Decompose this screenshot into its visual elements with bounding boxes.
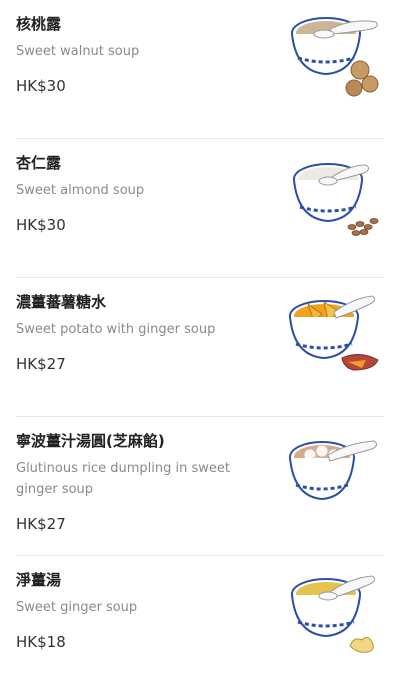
item-price: HK$27 (16, 355, 66, 373)
item-name: 杏仁露 (16, 154, 62, 172)
item-description: Sweet potato with ginger soup (16, 322, 216, 337)
item-name: 濃薑蕃薯糖水 (16, 293, 107, 311)
item-price: HK$30 (16, 77, 66, 95)
walnut-icon (345, 60, 379, 97)
walnut-soup-image (291, 17, 379, 97)
menu-item[interactable]: 淨薑湯 Sweet ginger soup HK$18 (16, 556, 384, 696)
item-name: 淨薑湯 (16, 571, 62, 589)
item-description: Sweet ginger soup (16, 600, 138, 615)
almond-icon (347, 218, 379, 236)
ginger-icon (349, 636, 374, 653)
item-name: 核桃露 (16, 15, 62, 33)
item-description: Glutinous rice dumpling in sweet ginger … (16, 461, 230, 497)
menu-item[interactable]: 核桃露 Sweet walnut soup HK$30 (16, 0, 384, 139)
item-price: HK$30 (16, 216, 66, 234)
almond-soup-image (293, 163, 379, 236)
item-name: 寧波薑汁湯圓(芝麻餡) (16, 432, 165, 450)
item-description: Sweet walnut soup (16, 44, 140, 59)
ginger-soup-image (291, 575, 376, 653)
item-price: HK$18 (16, 633, 66, 651)
menu-item[interactable]: 濃薑蕃薯糖水 Sweet potato with ginger soup HK$… (16, 278, 384, 417)
item-price: HK$27 (16, 515, 66, 533)
menu-item[interactable]: 寧波薑汁湯圓(芝麻餡) Glutinous rice dumpling in s… (16, 417, 384, 556)
sweet-potato-icon (341, 354, 379, 371)
dumpling-soup-image (289, 440, 378, 501)
menu-item[interactable]: 杏仁露 Sweet almond soup HK$30 (16, 139, 384, 278)
item-description: Sweet almond soup (16, 183, 145, 198)
dessert-menu-list: 核桃露 Sweet walnut soup HK$30 杏仁露 Sweet al… (0, 0, 400, 696)
sweet-potato-soup-image (289, 295, 379, 371)
